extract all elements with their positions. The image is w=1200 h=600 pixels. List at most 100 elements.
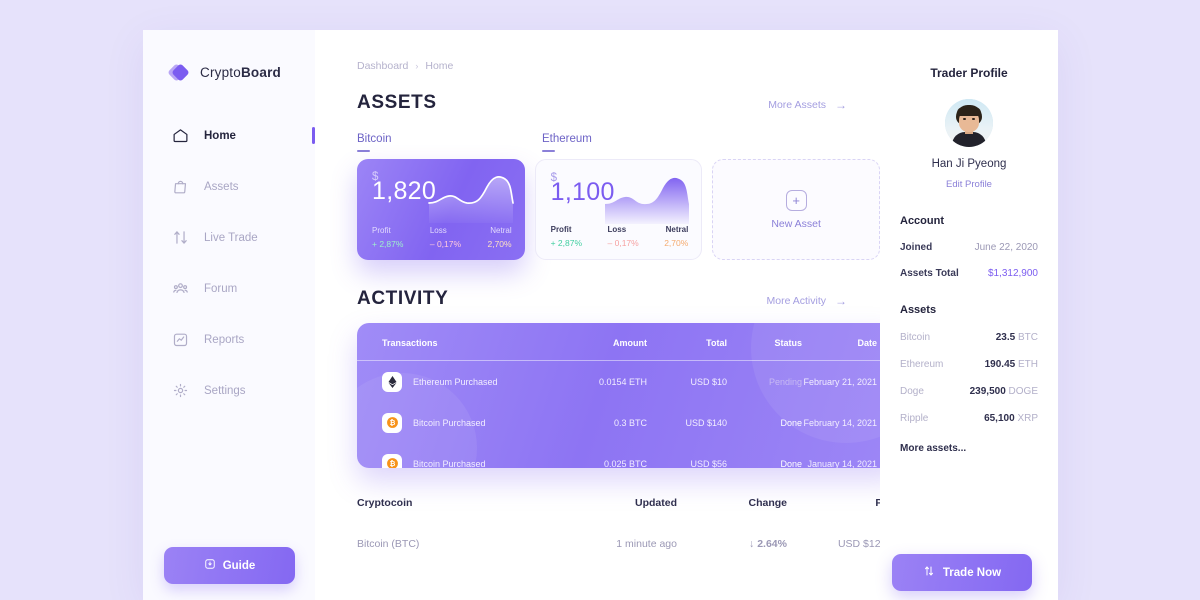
label-underline xyxy=(542,150,555,152)
bitcoin-icon: ₿ xyxy=(382,412,402,433)
cell-change: ↓ 2.64% xyxy=(749,538,787,550)
assets-section-header: ASSETS More Assets → xyxy=(315,92,880,114)
account-section-title: Account xyxy=(900,215,944,227)
sidebar-item-live-trade[interactable]: Live Trade xyxy=(143,220,315,255)
more-activity-link[interactable]: More Activity → xyxy=(766,295,847,310)
more-assets-label: More Assets xyxy=(768,99,826,111)
stat-loss: Loss – 0,17% xyxy=(608,225,639,248)
arrow-right-icon: → xyxy=(835,294,847,308)
ethereum-icon xyxy=(382,371,402,392)
asset-row-ripple: Ripple 65,100 XRP xyxy=(900,413,1038,424)
brand-name-light: Crypto xyxy=(200,64,241,80)
transaction-label: Ethereum Purchased xyxy=(413,376,498,387)
stat-value: – 0,17% xyxy=(429,239,462,249)
plus-icon: + xyxy=(785,189,807,211)
sidebar-item-home[interactable]: Home xyxy=(143,118,315,153)
asset-card-ethereum[interactable]: $ 1,100 Profit + 2,87% Loss – 0,17% Netr… xyxy=(534,159,703,260)
activity-title: ACTIVITY xyxy=(357,288,449,309)
bitcoin-card-stats: Profit + 2,87% Loss – 0,17% Netral 2,70% xyxy=(372,226,512,249)
trade-now-button[interactable]: Trade Now xyxy=(892,554,1032,591)
amount-unit: XRP xyxy=(1017,413,1038,424)
status-badge: Done xyxy=(780,417,802,428)
breadcrumb-current[interactable]: Home xyxy=(425,60,453,72)
asset-label-text: Ethereum xyxy=(542,133,592,145)
sidebar: CryptoBoard Home Assets Live Trade Forum… xyxy=(143,30,315,600)
asset-row-bitcoin: Bitcoin 23.5 BTC xyxy=(900,332,1038,343)
table-row[interactable]: ₿ Bitcoin Purchased 0.025 BTC USD $56 Do… xyxy=(357,443,901,468)
asset-row-ethereum: Ethereum 190.45 ETH xyxy=(900,359,1038,370)
table-row[interactable]: ₿ Bitcoin Purchased 0.3 BTC USD $140 Don… xyxy=(357,402,901,443)
cell-total: USD $10 xyxy=(690,376,727,387)
sidebar-item-label: Live Trade xyxy=(204,231,258,244)
stat-label: Loss xyxy=(429,226,447,235)
amount-unit: ETH xyxy=(1018,359,1038,370)
account-row-joined: Joined June 22, 2020 xyxy=(900,242,1038,253)
bag-icon xyxy=(172,178,189,195)
column-header-transactions: Transactions xyxy=(382,338,438,348)
table-row[interactable]: Bitcoin (BTC) 1 minute ago ↓ 2.64% USD $… xyxy=(357,538,901,550)
avatar[interactable] xyxy=(945,99,993,147)
ethereum-sparkline xyxy=(605,177,690,224)
more-assets-panel-link[interactable]: More assets... xyxy=(900,443,1038,454)
stat-value: + 2,87% xyxy=(550,238,583,248)
asset-card-labels: Bitcoin Ethereum xyxy=(315,133,880,152)
edit-profile-link[interactable]: Edit Profile xyxy=(900,179,1038,190)
transaction-label: Bitcoin Purchased xyxy=(413,458,486,469)
row-key: Assets Total xyxy=(900,268,959,279)
app-window: CryptoBoard Home Assets Live Trade Forum… xyxy=(143,30,1058,600)
bitcoin-icon: ₿ xyxy=(382,453,402,468)
asset-amount: 23.5 BTC xyxy=(996,332,1038,343)
amount-unit: BTC xyxy=(1018,332,1038,343)
amount-value: 190.45 xyxy=(984,359,1016,370)
table-header-row: Cryptocoin Updated Change Price xyxy=(357,497,901,538)
guide-button[interactable]: Guide xyxy=(164,547,295,584)
cell-transaction: ₿ Bitcoin Purchased xyxy=(357,443,542,468)
breadcrumb-root[interactable]: Dashboard xyxy=(357,60,408,72)
sidebar-item-label: Reports xyxy=(204,333,245,346)
ethereum-card-stats: Profit + 2,87% Loss – 0,17% Netral 2,70% xyxy=(551,225,689,248)
sidebar-item-label: Forum xyxy=(204,282,238,295)
amount-unit: DOGE xyxy=(1008,386,1038,397)
report-chart-icon xyxy=(172,331,189,348)
stat-label: Netral xyxy=(665,225,689,234)
stat-label: Profit xyxy=(550,225,572,234)
arrows-updown-icon xyxy=(923,565,935,580)
amount-value: 65,100 xyxy=(984,413,1015,424)
gear-icon xyxy=(172,382,189,399)
asset-amount: 239,500 DOGE xyxy=(970,386,1038,397)
new-asset-card[interactable]: + New Asset xyxy=(712,159,880,260)
sidebar-item-forum[interactable]: Forum xyxy=(143,271,315,306)
column-header-cryptocoin: Cryptocoin xyxy=(357,497,413,509)
cell-amount: 0.025 BTC xyxy=(603,458,647,469)
amount-value: 23.5 xyxy=(995,332,1016,343)
column-header-total: Total xyxy=(706,338,727,348)
arrow-right-icon: → xyxy=(835,98,847,112)
sidebar-item-label: Settings xyxy=(204,384,246,397)
asset-cards: $ 1,820 Profit + 2,87% Loss – 0,17% Netr… xyxy=(315,159,880,260)
table-row[interactable]: Ethereum Purchased 0.0154 ETH USD $10 Pe… xyxy=(357,361,901,403)
new-asset-label: New Asset xyxy=(771,217,821,230)
status-badge: Done xyxy=(780,458,802,469)
sidebar-item-assets[interactable]: Assets xyxy=(143,169,315,204)
asset-label-text: Bitcoin xyxy=(357,133,392,145)
profile-title: Trader Profile xyxy=(930,66,1008,80)
stat-value: 2,70% xyxy=(664,238,689,248)
trade-now-label: Trade Now xyxy=(942,566,1002,579)
sidebar-nav: Home Assets Live Trade Forum Reports Set… xyxy=(143,118,315,408)
row-value: June 22, 2020 xyxy=(974,242,1038,253)
stat-profit: Profit + 2,87% xyxy=(372,226,403,249)
row-value: $1,312,900 xyxy=(987,268,1038,279)
brand-logo[interactable]: CryptoBoard xyxy=(143,55,315,89)
sidebar-item-reports[interactable]: Reports xyxy=(143,322,315,357)
more-assets-link[interactable]: More Assets → xyxy=(768,99,847,114)
brand-name-bold: Board xyxy=(240,64,281,80)
sidebar-item-settings[interactable]: Settings xyxy=(143,373,315,408)
bitcoin-sparkline xyxy=(427,176,514,223)
activity-panel: Transactions Amount Total Status Date Et… xyxy=(357,323,901,468)
more-activity-label: More Activity xyxy=(766,295,826,307)
asset-card-bitcoin[interactable]: $ 1,820 Profit + 2,87% Loss – 0,17% Netr… xyxy=(357,159,525,260)
